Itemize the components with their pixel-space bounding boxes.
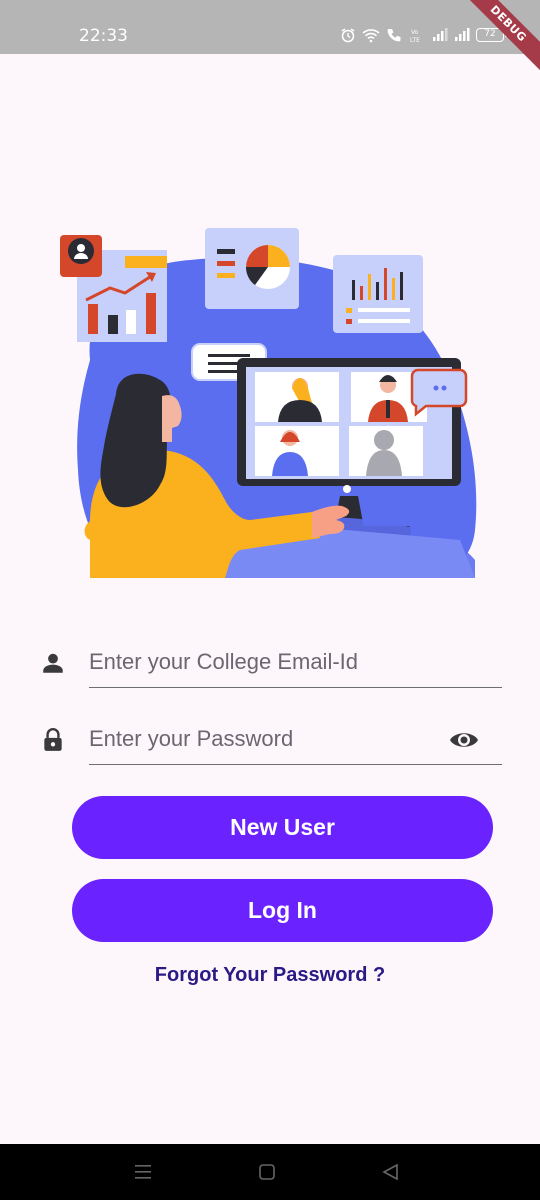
lock-icon xyxy=(44,728,62,751)
new-user-button[interactable]: New User xyxy=(72,796,493,859)
menu-icon[interactable] xyxy=(132,1162,154,1182)
email-input[interactable] xyxy=(89,636,502,688)
person-icon xyxy=(43,653,63,673)
email-field-row xyxy=(36,632,506,692)
system-nav-bar xyxy=(0,1144,540,1200)
alarm-icon xyxy=(341,28,355,43)
eye-icon[interactable] xyxy=(448,727,480,753)
status-time: 22:33 xyxy=(79,26,128,46)
back-icon[interactable] xyxy=(380,1162,402,1182)
signal-icon xyxy=(455,28,470,41)
status-bar: 22:33 Vo LTE 72 xyxy=(0,0,540,54)
volte-icon: VoLTE xyxy=(410,29,420,43)
svg-text:LTE: LTE xyxy=(410,37,420,43)
home-icon[interactable] xyxy=(256,1162,278,1182)
call-icon xyxy=(387,29,401,42)
signal-icon xyxy=(433,28,448,41)
video-conference-illustration xyxy=(60,228,477,578)
svg-text:Vo: Vo xyxy=(411,29,419,36)
wifi-icon xyxy=(362,29,380,43)
password-input[interactable] xyxy=(89,713,502,765)
login-button[interactable]: Log In xyxy=(72,879,493,942)
password-field-row xyxy=(36,709,506,769)
status-icons: Vo LTE 72 xyxy=(340,27,507,43)
forgot-password-link[interactable]: Forgot Your Password ? xyxy=(0,964,540,987)
